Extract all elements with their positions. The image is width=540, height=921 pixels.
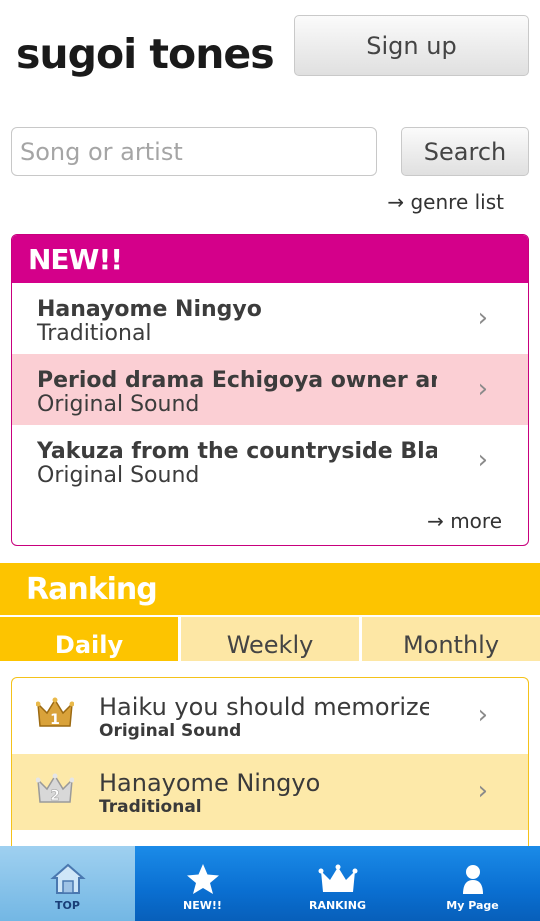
ranking-list-item[interactable]: 1 Haiku you should memorize… Original So… — [12, 678, 528, 754]
new-section: NEW!! Hanayome Ningyo Traditional › Peri… — [11, 234, 529, 546]
new-section-title: NEW!! — [12, 235, 528, 283]
song-title: Hanayome Ningyo — [99, 769, 321, 797]
ranking-title: Ranking — [0, 563, 540, 615]
tabbar-mypage[interactable]: My Page — [405, 846, 540, 921]
song-title: Yakuza from the countryside Blac… — [37, 439, 437, 464]
song-artist: Original Sound — [37, 463, 200, 488]
tabbar-label: NEW!! — [183, 899, 222, 912]
tabbar-label: TOP — [55, 899, 80, 912]
song-title: Period drama Echigoya owner an… — [37, 368, 437, 393]
crown-icon — [318, 864, 357, 892]
new-list-item[interactable]: Period drama Echigoya owner an… Original… — [12, 354, 528, 425]
new-list-item[interactable]: Yakuza from the countryside Blac… Origin… — [12, 425, 528, 496]
new-list-item[interactable]: Hanayome Ningyo Traditional › — [12, 283, 528, 354]
chevron-right-icon: › — [477, 374, 488, 404]
rank-number: 1 — [50, 712, 60, 728]
tab-daily[interactable]: Daily — [0, 617, 178, 661]
signup-button[interactable]: Sign up — [294, 15, 529, 76]
song-artist: Traditional — [37, 321, 152, 346]
rank-number: 2 — [50, 788, 60, 804]
chevron-right-icon: › — [477, 445, 488, 475]
tabbar-new[interactable]: NEW!! — [135, 846, 270, 921]
chevron-right-icon: › — [477, 776, 488, 806]
ranking-list-item[interactable]: 2 Hanayome Ningyo Traditional › — [12, 754, 528, 830]
song-title: Hanayome Ningyo — [37, 297, 262, 322]
star-icon — [186, 864, 219, 894]
tabbar-label: My Page — [446, 899, 499, 912]
person-icon — [462, 865, 483, 894]
tab-weekly[interactable]: Weekly — [181, 617, 359, 661]
genre-list-link[interactable]: → genre list — [387, 190, 504, 214]
tabbar-top[interactable]: TOP — [0, 846, 135, 921]
song-artist: Traditional — [99, 797, 202, 817]
silver-crown-icon: 2 — [36, 773, 74, 804]
search-button[interactable]: Search — [401, 127, 529, 176]
home-icon — [49, 863, 86, 894]
ranking-tabs: Daily Weekly Monthly — [0, 617, 540, 661]
search-input[interactable] — [11, 127, 377, 176]
tabbar-ranking[interactable]: RANKING — [270, 846, 405, 921]
song-title: Haiku you should memorize… — [99, 693, 429, 721]
more-link[interactable]: → more — [427, 509, 502, 533]
gold-crown-icon: 1 — [36, 697, 74, 728]
app-logo: sugoi tones — [16, 30, 275, 78]
bottom-tab-bar: TOP NEW!! RANKING My Page — [0, 846, 540, 921]
song-artist: Original Sound — [37, 392, 200, 417]
tab-monthly[interactable]: Monthly — [362, 617, 540, 661]
song-artist: Original Sound — [99, 721, 242, 741]
chevron-right-icon: › — [477, 303, 488, 333]
tabbar-label: RANKING — [308, 899, 367, 912]
chevron-right-icon: › — [477, 700, 488, 730]
